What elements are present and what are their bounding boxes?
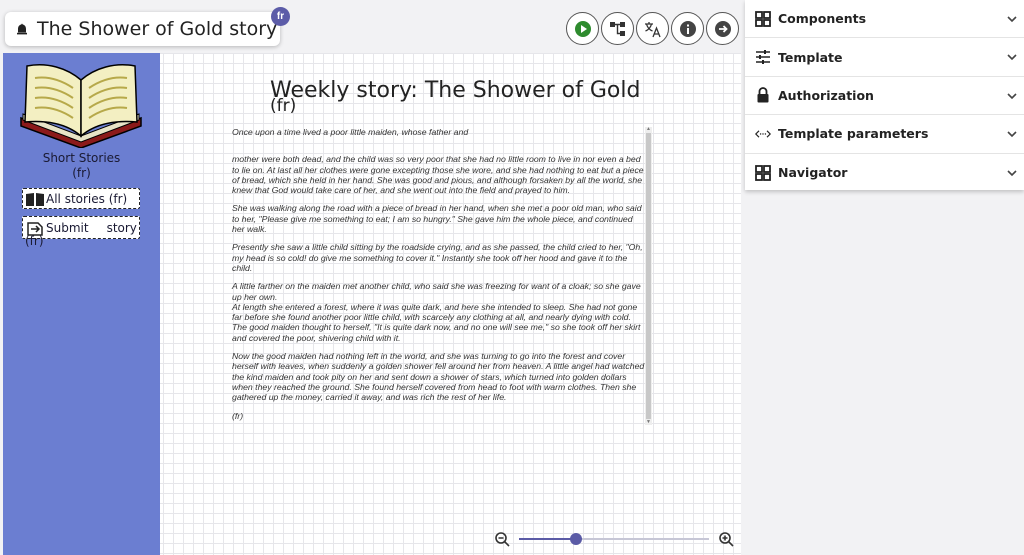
all-stories-label: All stories (fr) [46,191,128,206]
story-title: Weekly story: The Shower of Gold [270,78,641,103]
translate-icon [644,21,661,37]
story-paragraph: A little farther on the maiden met anoth… [232,281,641,302]
story-paragraph-fr: (fr) [232,410,244,421]
chevron-down-icon [1007,54,1017,61]
accordion-authorization[interactable]: Authorization [745,77,1024,116]
scrollbar-thumb[interactable] [646,133,651,419]
story-paragraph: Presently she saw a little child sitting… [232,242,643,273]
chevron-down-icon [1007,93,1017,99]
sliders-icon [756,50,770,65]
hierarchy-button[interactable] [601,12,634,45]
next-button[interactable] [706,12,739,45]
accordion-label: Authorization [778,87,874,103]
story-paragraph: Once upon a time lived a poor little mai… [232,127,469,137]
story-scrollbar[interactable]: ▲ ▼ [645,127,652,425]
page-title-card[interactable]: The Shower of Gold story [5,12,280,46]
accordion-template[interactable]: Template [745,38,1024,77]
submit-label-fr: (fr) [25,234,44,248]
page-title: The Shower of Gold story [37,18,278,40]
story-text: Once upon a time lived a poor little mai… [232,127,645,429]
zoom-out-icon[interactable] [494,531,511,548]
book-image [20,64,142,148]
accordion-label: Template parameters [778,126,929,142]
accordion-components[interactable]: Components [745,0,1024,39]
story-paragraph: At length she entered a forest, where it… [232,301,641,343]
lock-icon [757,87,769,103]
story-paragraph: mother were both dead, and the child was… [232,154,644,196]
scroll-up-arrow-icon[interactable]: ▲ [646,127,651,132]
hierarchy-icon [609,21,625,36]
open-book-icon [26,192,44,206]
info-icon [679,20,696,37]
story-text-box[interactable]: Once upon a time lived a poor little mai… [232,127,652,425]
zoom-fill [519,538,576,540]
chevron-down-icon [1007,131,1017,138]
grid-icon [755,164,771,181]
properties-panel: Components Template Authorization Templa… [745,0,1024,190]
accordion-label: Components [778,11,867,27]
scroll-down-arrow-icon[interactable]: ▼ [646,420,651,425]
accordion-label: Template [778,49,843,65]
chevron-down-icon [1007,16,1017,23]
all-stories-button[interactable]: All stories (fr) [22,188,140,209]
zoom-control [494,531,739,549]
language-badge[interactable]: fr [271,7,290,26]
chevron-down-icon [1007,169,1017,176]
zoom-in-icon[interactable] [718,531,735,548]
grid-icon [755,10,771,27]
story-paragraph: Now the good maiden had nothing left in … [232,351,645,403]
toolbar [566,12,739,45]
accordion-navigator[interactable]: Navigator [745,154,1024,192]
accordion-label: Navigator [778,165,848,181]
section-title: Short Stories [42,151,121,165]
submit-label-story: story [106,220,137,235]
info-button[interactable] [671,12,704,45]
bell-icon [17,23,27,35]
zoom-slider-handle[interactable] [570,533,582,545]
play-icon [574,20,591,37]
translate-button[interactable] [636,12,669,45]
play-button[interactable] [566,12,599,45]
submit-label: Submit [46,220,89,235]
story-sidebar: Short Stories (fr) All stories (fr) Subm… [3,53,160,555]
story-paragraph: She was walking along the road with a pi… [232,203,642,235]
section-title-fr: (fr) [72,166,91,180]
story-title-fr: (fr) [270,96,297,116]
arrow-right-icon [714,20,731,37]
code-icon [755,130,771,138]
accordion-template-parameters[interactable]: Template parameters [745,115,1024,154]
app-root: The Shower of Gold story fr Short Storie… [0,0,1024,555]
